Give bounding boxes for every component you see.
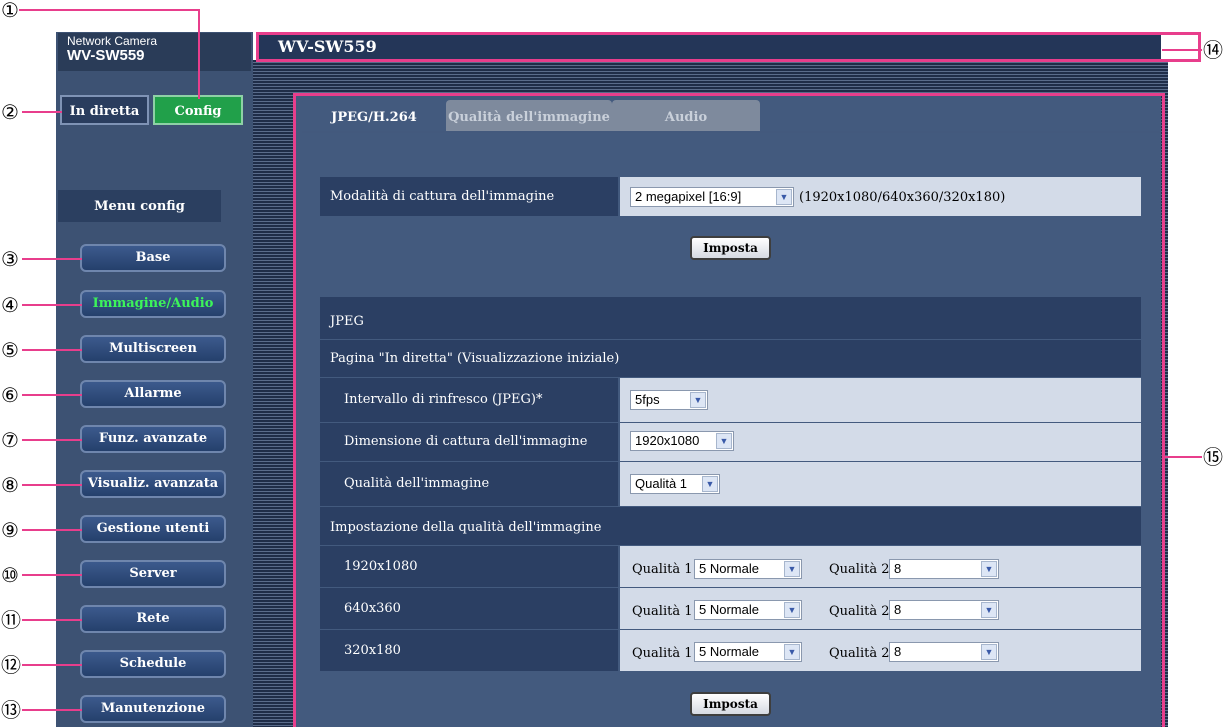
callout-line (22, 111, 62, 113)
callout-8: ⑧ (1, 473, 19, 497)
menu-title: Menu config (58, 190, 221, 222)
callout-11: ⑪ (1, 608, 21, 632)
callout-1: ① (1, 0, 19, 22)
menu-base-button[interactable]: Base (80, 244, 226, 272)
brand-model: WV-SW559 (67, 47, 145, 64)
header-highlight-outline (256, 32, 1201, 62)
menu-server-button[interactable]: Server (80, 560, 226, 588)
callout-4: ④ (1, 293, 19, 317)
menu-schedule-button[interactable]: Schedule (80, 650, 226, 678)
callout-line (198, 9, 200, 99)
callout-5: ⑤ (1, 338, 19, 362)
menu-advanced-view-button[interactable]: Visualiz. avanzata (80, 470, 226, 498)
callout-line (22, 304, 82, 306)
callout-line (19, 9, 200, 11)
callout-line (22, 619, 82, 621)
panel-highlight-outline (293, 93, 1165, 727)
callout-3: ③ (1, 247, 19, 271)
menu-network-button[interactable]: Rete (80, 605, 226, 633)
callout-line (22, 664, 82, 666)
callout-line (22, 349, 82, 351)
menu-maintenance-button[interactable]: Manutenzione (80, 695, 226, 723)
callout-line (22, 258, 82, 260)
menu-alarm-button[interactable]: Allarme (80, 380, 226, 408)
menu-advanced-functions-button[interactable]: Funz. avanzate (80, 425, 226, 453)
callout-line (22, 709, 82, 711)
callout-line (22, 529, 82, 531)
brand-subtitle: Network Camera (67, 34, 158, 48)
menu-image-audio-button[interactable]: Immagine/Audio (80, 290, 226, 318)
callout-line (22, 484, 82, 486)
live-button[interactable]: In diretta (60, 95, 149, 125)
callout-line (1162, 456, 1202, 458)
callout-2: ② (1, 100, 19, 124)
callout-6: ⑥ (1, 383, 19, 407)
callout-line (22, 439, 82, 441)
callout-10: ⑩ (1, 563, 19, 587)
callout-14: ⑭ (1203, 38, 1223, 62)
menu-user-management-button[interactable]: Gestione utenti (80, 515, 226, 543)
callout-15: ⑮ (1203, 445, 1223, 469)
callout-13: ⑬ (1, 698, 21, 722)
config-button[interactable]: Config (153, 95, 243, 125)
callout-line (1162, 49, 1202, 51)
callout-9: ⑨ (1, 518, 19, 542)
callout-12: ⑫ (1, 653, 21, 677)
callout-7: ⑦ (1, 428, 19, 452)
menu-multiscreen-button[interactable]: Multiscreen (80, 335, 226, 363)
callout-line (22, 574, 82, 576)
callout-line (22, 394, 82, 396)
